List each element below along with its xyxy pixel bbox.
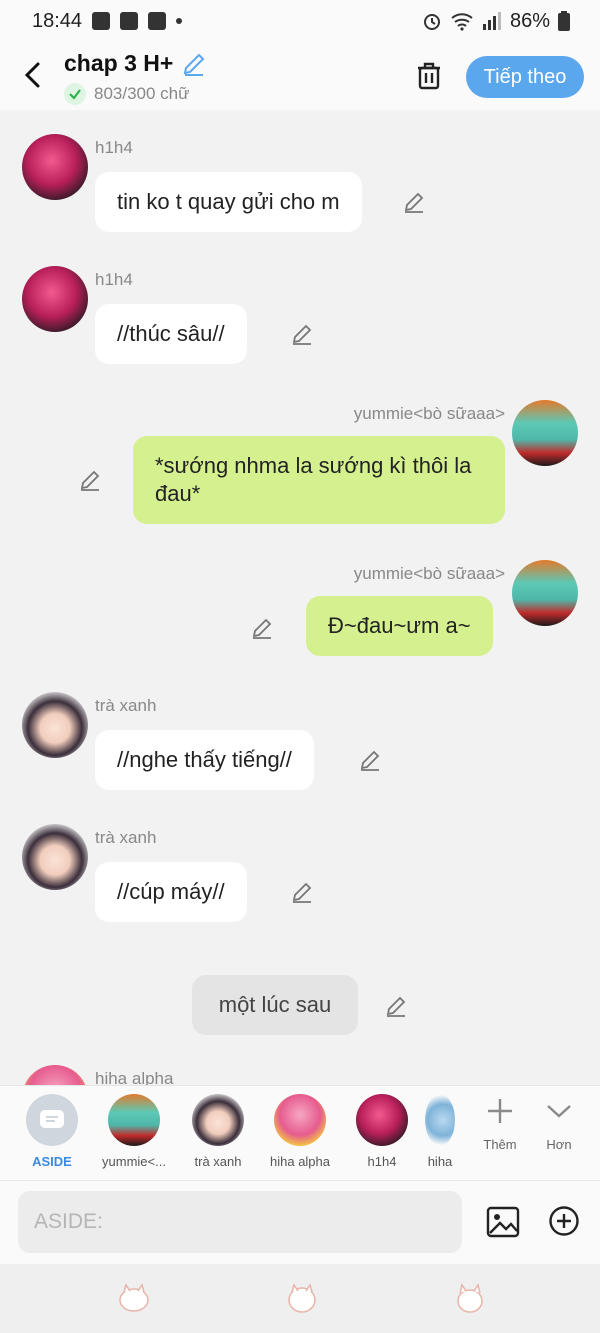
sender-name: h1h4 [95,138,133,157]
narration-bubble[interactable]: một lúc sau [192,975,358,1035]
status-bar: 18:44 86% [0,0,600,42]
add-circle-icon[interactable] [548,1205,580,1237]
avatar-hiha-alpha[interactable] [22,1065,88,1085]
edit-message-icon[interactable] [358,748,382,772]
edit-message-icon[interactable] [78,468,102,492]
avatar-yummie[interactable] [512,560,578,626]
check-icon [64,83,86,105]
message-input[interactable] [18,1191,462,1253]
character-hiha[interactable]: hiha [420,1094,460,1169]
sender-name: yummie<bò sữaaa> [353,564,505,583]
aside-icon [26,1094,78,1146]
input-bar [0,1180,600,1264]
edit-message-icon[interactable] [290,880,314,904]
avatar [356,1094,408,1146]
message-bubble[interactable]: //cúp máy// [95,862,247,922]
chevron-down-icon [547,1105,571,1118]
more-label: Hơn [546,1137,572,1152]
status-time: 18:44 [32,9,83,32]
word-count: 803/300 chữ [94,84,190,103]
battery-percent: 86% [509,9,550,32]
avatar [425,1094,455,1146]
edit-message-icon[interactable] [384,994,408,1018]
sender-name: yummie<bò sữaaa> [353,404,505,423]
message-bubble[interactable]: //nghe thấy tiếng// [95,730,314,790]
avatar-yummie[interactable] [512,400,578,466]
add-character-button[interactable]: Thêm [470,1096,530,1152]
edit-message-icon[interactable] [250,616,274,640]
character-label: yummie<... [102,1154,166,1169]
plus-icon [488,1099,512,1123]
avatar-tra-xanh[interactable] [22,692,88,758]
character-label: ASIDE [32,1154,72,1169]
character-aside[interactable]: ASIDE [12,1094,92,1169]
message-bubble[interactable]: Đ~đau~ưm a~ [306,596,493,656]
signal-icon [482,12,501,30]
chat-area: h1h4 tin ko t quay gửi cho m h1h4 //thúc… [0,110,600,1085]
character-yummie[interactable]: yummie<... [94,1094,174,1169]
cat-sticker-icon[interactable] [452,1282,488,1314]
battery-icon [558,11,570,31]
sender-name: trà xanh [95,828,157,847]
gallery-icon [92,12,111,30]
chapter-title: chap 3 H+ [64,50,174,76]
app-header: chap 3 H+ 803/300 chữ Tiếp theo [0,42,600,110]
character-hiha-alpha[interactable]: hiha alpha [260,1094,340,1169]
cat-sticker-icon[interactable] [284,1282,320,1314]
avatar-h1h4[interactable] [22,134,88,200]
shop-icon [120,12,139,30]
next-button[interactable]: Tiếp theo [466,56,584,98]
avatar [108,1094,160,1146]
wifi-icon [451,13,473,31]
cat-sticker-icon[interactable] [116,1282,152,1314]
character-label: hiha [427,1154,453,1169]
add-label: Thêm [483,1137,517,1152]
message-bubble[interactable]: *sướng nhma la sướng kì thôi la đau* [133,436,505,524]
back-arrow-icon[interactable] [20,60,46,90]
character-h1h4[interactable]: h1h4 [342,1094,422,1169]
trash-icon[interactable] [414,60,444,92]
message-bubble[interactable]: tin ko t quay gửi cho m [95,172,362,232]
avatar-tra-xanh[interactable] [22,824,88,890]
avatar [274,1094,326,1146]
notification-dot-icon [176,18,183,24]
character-label: h1h4 [367,1154,397,1169]
avatar [192,1094,244,1146]
avatar-h1h4[interactable] [22,266,88,332]
title-block: chap 3 H+ 803/300 chữ [64,50,207,105]
character-tra-xanh[interactable]: trà xanh [178,1094,258,1169]
edit-message-icon[interactable] [402,190,426,214]
sticker-bar [0,1264,600,1333]
edit-message-icon[interactable] [290,322,314,346]
edit-title-icon[interactable] [181,51,207,77]
character-label: hiha alpha [270,1154,330,1169]
image-icon[interactable] [486,1205,520,1239]
sender-name: trà xanh [95,696,157,715]
app-icon [148,12,167,30]
alarm-icon [423,14,440,30]
more-button[interactable]: Hơn [529,1096,589,1152]
character-label: trà xanh [194,1154,242,1169]
message-bubble[interactable]: //thúc sâu// [95,304,247,364]
sender-name: h1h4 [95,270,133,289]
character-selector: ASIDE yummie<... trà xanh hiha alpha h1h… [0,1085,600,1180]
sender-name: hiha alpha [95,1069,174,1085]
